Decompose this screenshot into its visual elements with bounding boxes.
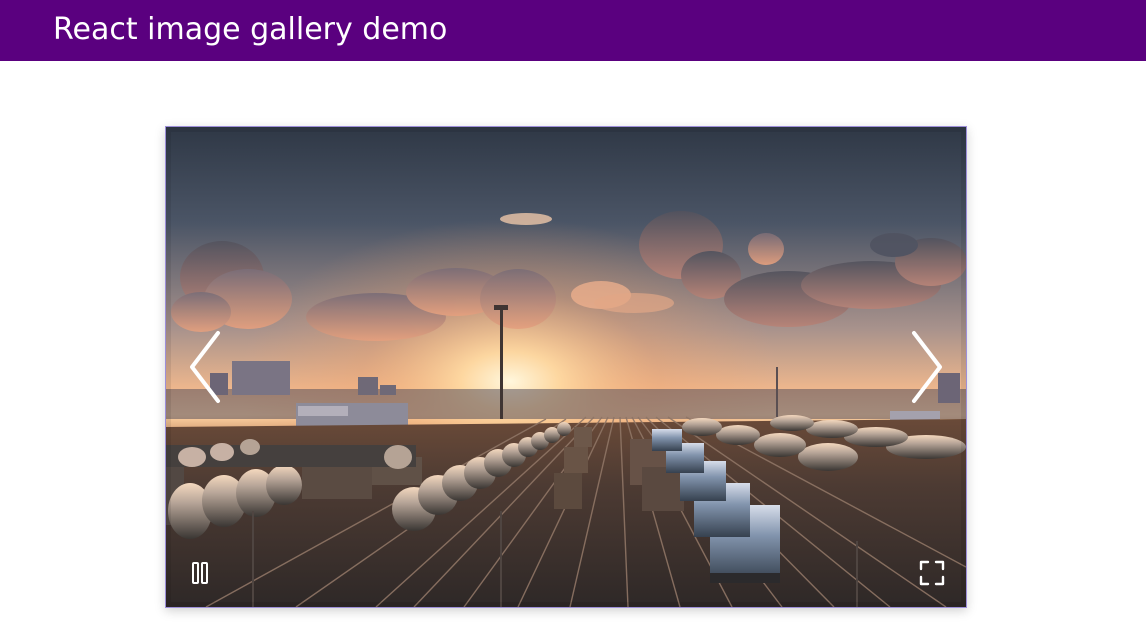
next-image-button[interactable] [896,322,956,412]
chevron-left-icon [190,331,220,403]
image-gallery [165,126,967,608]
page-title: React image gallery demo [53,12,448,47]
chevron-right-icon [912,331,942,403]
fullscreen-icon [919,560,945,586]
fullscreen-button[interactable] [914,555,950,591]
pause-icon [192,562,208,584]
app-header: React image gallery demo [0,0,1146,61]
play-pause-button[interactable] [182,555,218,591]
previous-image-button[interactable] [176,322,236,412]
gallery-slide-image [166,127,966,607]
